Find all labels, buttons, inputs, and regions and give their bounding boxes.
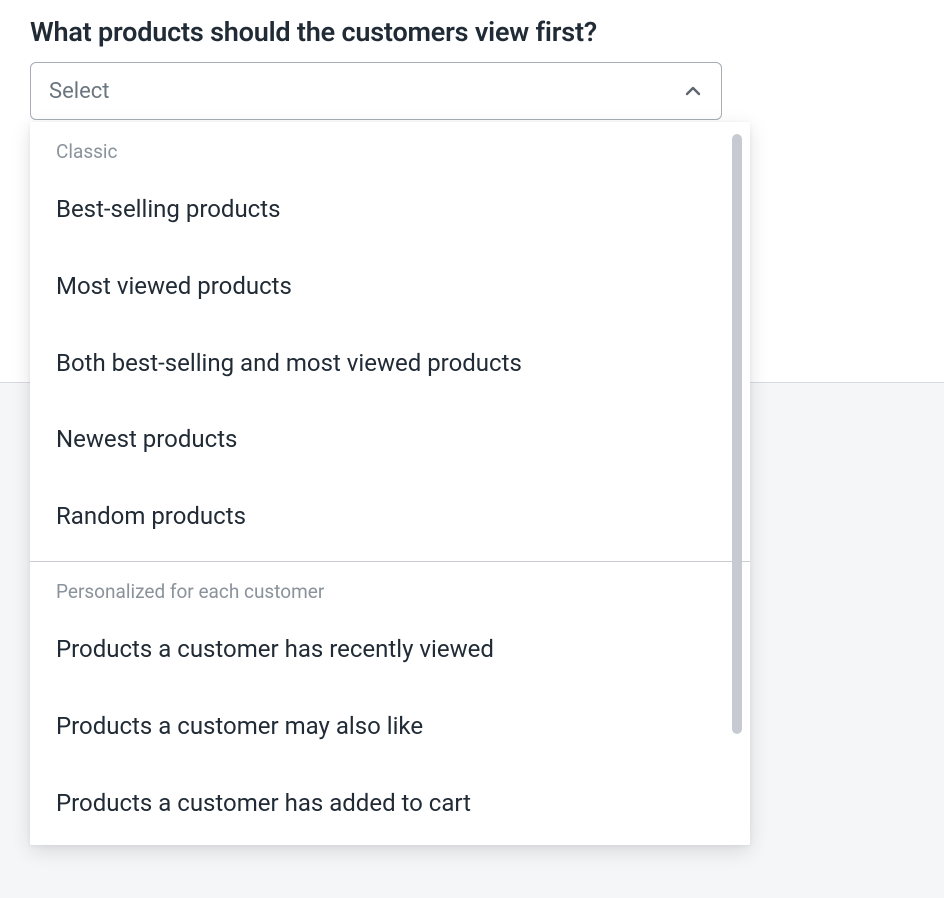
dropdown-option-most-viewed[interactable]: Most viewed products <box>30 248 750 325</box>
dropdown-scrollbar-thumb[interactable] <box>732 134 742 734</box>
dropdown-option-best-selling[interactable]: Best-selling products <box>30 171 750 248</box>
chevron-up-icon <box>685 83 701 99</box>
dropdown-option-random[interactable]: Random products <box>30 478 750 555</box>
dropdown-group-header: Classic <box>30 122 750 171</box>
dropdown-option-both[interactable]: Both best-selling and most viewed produc… <box>30 325 750 402</box>
dropdown-group-header: Personalized for each customer <box>30 562 750 611</box>
dropdown-option-newest[interactable]: Newest products <box>30 401 750 478</box>
select-placeholder: Select <box>49 79 109 104</box>
product-sort-dropdown: Classic Best-selling products Most viewe… <box>30 122 750 845</box>
dropdown-option-added-to-cart[interactable]: Products a customer has added to cart <box>30 765 750 842</box>
dropdown-option-may-also-like[interactable]: Products a customer may also like <box>30 688 750 765</box>
product-sort-select[interactable]: Select <box>30 62 722 120</box>
dropdown-option-recently-viewed[interactable]: Products a customer has recently viewed <box>30 611 750 688</box>
question-label: What products should the customers view … <box>30 16 724 48</box>
dropdown-scrollbar[interactable] <box>732 134 742 744</box>
